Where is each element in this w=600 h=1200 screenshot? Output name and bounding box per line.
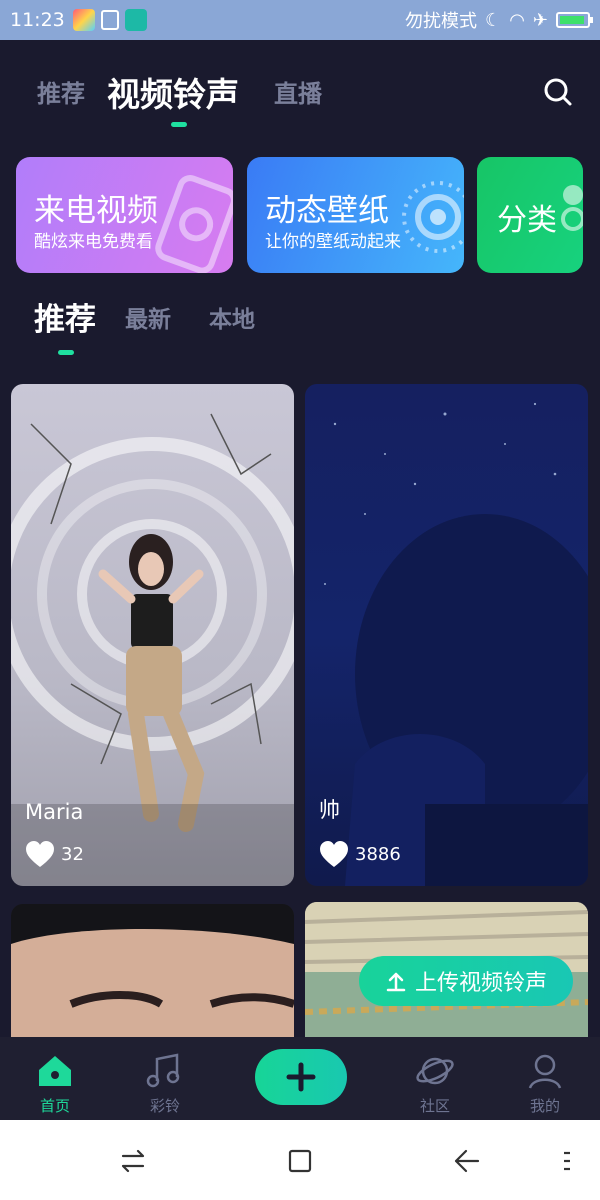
- upload-label: 上传视频铃声: [414, 971, 547, 996]
- upload-video-ringtone-button[interactable]: 上传视频铃声: [359, 956, 573, 1006]
- tab-live[interactable]: 直播: [274, 74, 322, 109]
- planet-icon: [416, 1057, 454, 1085]
- airplane-icon: ✈: [532, 9, 548, 31]
- category-title: 分类: [497, 203, 557, 238]
- top-nav: 推荐 视频铃声 直播: [0, 60, 600, 130]
- plus-icon: [286, 1062, 316, 1092]
- tabbar-mine[interactable]: 我的: [505, 1051, 585, 1116]
- like-count: 3886: [355, 843, 401, 865]
- system-nav-bar: [0, 1120, 600, 1200]
- heart-icon[interactable]: [25, 840, 55, 868]
- switch-apps-icon[interactable]: [118, 1146, 148, 1176]
- bottom-tab-bar: 首页 彩铃 社区 我的: [0, 1037, 600, 1120]
- video-thumbnail-image: [324, 402, 588, 886]
- battery-icon: [556, 12, 593, 28]
- back-icon[interactable]: [452, 1146, 482, 1176]
- call-video-decor-icon: [155, 175, 233, 273]
- video-likes: 32: [25, 840, 84, 868]
- video-card[interactable]: 帅 3886: [305, 384, 588, 886]
- tabbar-home[interactable]: 首页: [15, 1051, 95, 1116]
- upload-icon: [386, 972, 406, 992]
- tab-video-ringtone[interactable]: 视频铃声: [107, 68, 239, 116]
- subtab-indicator: [58, 350, 74, 355]
- music-note-icon: [146, 1053, 180, 1088]
- tabbar-mine-label: 我的: [529, 1097, 560, 1115]
- call-video-subtitle: 酷炫来电免费看: [34, 232, 153, 252]
- live-wallpaper-subtitle: 让你的壁纸动起来: [265, 232, 401, 252]
- usb-icon: [124, 9, 147, 31]
- live-wallpaper-card[interactable]: 动态壁纸 让你的壁纸动起来: [247, 157, 464, 273]
- status-right: 勿扰模式 ☾ ◠ ✈: [405, 7, 593, 33]
- tabbar-home-label: 首页: [39, 1097, 70, 1115]
- subtab-recommend[interactable]: 推荐: [34, 294, 96, 339]
- subtab-latest[interactable]: 最新: [125, 300, 171, 334]
- video-card[interactable]: [11, 904, 294, 1037]
- menu-icon[interactable]: [552, 1146, 582, 1176]
- video-card[interactable]: Maria 32: [11, 384, 294, 886]
- video-name: Maria: [25, 800, 84, 824]
- wifi-icon: ◠: [509, 9, 525, 31]
- tab-indicator: [171, 122, 187, 127]
- sub-tabs: 推荐 最新 本地: [0, 292, 600, 362]
- profile-icon: [528, 1054, 562, 1089]
- search-icon[interactable]: [542, 76, 574, 108]
- home-icon: [39, 1056, 71, 1086]
- status-time: 11:23: [10, 9, 65, 31]
- call-video-title: 来电视频: [34, 193, 158, 229]
- live-wallpaper-title: 动态壁纸: [265, 193, 389, 229]
- app-notification-icon: [72, 9, 95, 31]
- tabbar-community[interactable]: 社区: [395, 1051, 475, 1116]
- category-decor-icon: [561, 185, 583, 231]
- home-square-icon[interactable]: [285, 1146, 315, 1176]
- heart-icon[interactable]: [319, 840, 349, 868]
- tabbar-community-label: 社区: [419, 1097, 450, 1115]
- add-button[interactable]: [255, 1049, 347, 1105]
- dnd-label: 勿扰模式: [405, 11, 478, 32]
- tab-recommend[interactable]: 推荐: [37, 74, 85, 109]
- video-likes: 3886: [319, 840, 401, 868]
- tabbar-ringtone[interactable]: 彩铃: [125, 1051, 205, 1116]
- category-card[interactable]: 分类: [477, 157, 583, 273]
- feature-cards: 来电视频 酷炫来电免费看 动态壁纸 让你的壁纸动起来 分类: [16, 157, 600, 273]
- video-grid: Maria 32 帅 3886: [0, 384, 600, 1037]
- video-name: 帅: [319, 798, 340, 822]
- live-wallpaper-decor-icon: [402, 181, 464, 253]
- moon-icon: ☾: [485, 9, 502, 31]
- video-thumbnail-image: [11, 904, 294, 1037]
- tabbar-ringtone-label: 彩铃: [149, 1097, 180, 1115]
- call-video-card[interactable]: 来电视频 酷炫来电免费看: [16, 157, 233, 273]
- clean-notification-icon: [100, 10, 119, 30]
- status-bar: 11:23 勿扰模式 ☾ ◠ ✈: [0, 0, 600, 40]
- like-count: 32: [61, 843, 84, 865]
- subtab-local[interactable]: 本地: [209, 300, 255, 334]
